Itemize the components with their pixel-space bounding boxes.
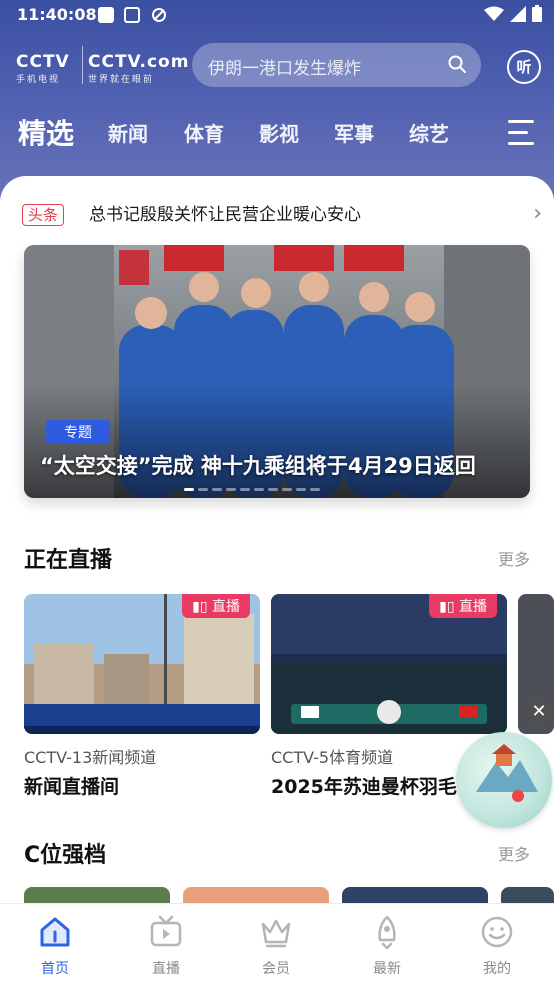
smile-face-icon bbox=[481, 916, 513, 948]
bottom-navigation: 首页 直播 会员 最新 我的 bbox=[0, 903, 554, 985]
live-thumbnail: ▮▯ 直播 bbox=[24, 594, 260, 734]
logo-text-2: CCTV.com bbox=[88, 52, 190, 72]
listen-button[interactable]: 听 bbox=[507, 50, 541, 84]
headline-bar[interactable]: 头条 总书记殷殷关怀让民营企业暖心安心 › bbox=[22, 203, 542, 229]
headline-text: 总书记殷殷关怀让民营企业暖心安心 bbox=[89, 205, 361, 225]
cpos-card[interactable] bbox=[24, 887, 170, 903]
live-badge: ▮▯ 直播 bbox=[429, 594, 497, 618]
logo-subtext-2: 世界就在眼前 bbox=[88, 75, 155, 85]
tab-variety[interactable]: 综艺 bbox=[409, 118, 449, 147]
tv-icon bbox=[150, 915, 182, 947]
search-icon bbox=[448, 55, 466, 73]
live-program-name: 新闻直播间 bbox=[24, 776, 120, 798]
cpos-card[interactable] bbox=[183, 887, 329, 903]
close-icon[interactable]: ✕ bbox=[524, 697, 554, 727]
status-time: 11:40:08 bbox=[17, 5, 97, 24]
live-card[interactable]: ▮▯ 直播 CCTV-13新闻频道 新闻直播间 bbox=[24, 594, 260, 799]
crown-icon bbox=[261, 919, 291, 948]
search-bar[interactable]: 伊朗一港口发生爆炸 bbox=[192, 43, 481, 87]
nav-label: 最新 bbox=[373, 961, 401, 977]
live-section-title: 正在直播 bbox=[24, 548, 113, 573]
cpos-card[interactable] bbox=[342, 887, 488, 903]
menu-icon[interactable] bbox=[508, 120, 534, 153]
nav-mine[interactable]: 我的 bbox=[452, 914, 542, 978]
tab-film[interactable]: 影视 bbox=[259, 118, 299, 147]
logo-text: CCTV bbox=[16, 52, 70, 72]
nav-label: 首页 bbox=[41, 961, 69, 977]
wifi-icon bbox=[484, 6, 504, 21]
nav-home[interactable]: 首页 bbox=[10, 914, 100, 978]
featured-banner[interactable]: 专题 “太空交接”完成 神十九乘组将于4月29日返回 bbox=[24, 245, 530, 498]
headline-tag: 头条 bbox=[22, 204, 65, 226]
chevron-right-icon: › bbox=[533, 201, 542, 226]
banner-tag: 专题 bbox=[46, 420, 110, 444]
nav-label: 会员 bbox=[262, 961, 290, 977]
cpos-more-link[interactable]: 更多 bbox=[498, 841, 530, 865]
logo-subtext: 手机电视 bbox=[16, 75, 61, 85]
status-bar: 11:40:08 bbox=[0, 0, 554, 30]
cctv-logo[interactable]: CCTV 手机电视 CCTV.com 世界就在眼前 bbox=[16, 46, 188, 86]
live-badge: ▮▯ 直播 bbox=[182, 594, 250, 618]
nav-label: 直播 bbox=[152, 961, 180, 977]
tab-sports[interactable]: 体育 bbox=[184, 118, 224, 147]
nav-live[interactable]: 直播 bbox=[121, 914, 211, 978]
notification-icon bbox=[98, 7, 114, 23]
live-channel: CCTV-13新闻频道 bbox=[24, 748, 157, 767]
tab-news[interactable]: 新闻 bbox=[108, 118, 148, 147]
sync-icon bbox=[151, 7, 167, 23]
search-placeholder: 伊朗一港口发生爆炸 bbox=[208, 59, 361, 79]
cpos-section-title: C位强档 bbox=[24, 843, 107, 868]
nav-label: 我的 bbox=[483, 961, 511, 977]
banner-caption: “太空交接”完成 神十九乘组将于4月29日返回 bbox=[40, 454, 476, 478]
home-icon bbox=[40, 917, 70, 947]
signal-icon bbox=[510, 5, 526, 22]
rocket-icon bbox=[378, 915, 396, 950]
app-notification-icon bbox=[124, 7, 140, 23]
tab-featured[interactable]: 精选 bbox=[18, 112, 74, 152]
battery-icon bbox=[532, 5, 542, 22]
cpos-thumbnails bbox=[0, 887, 554, 903]
channel-tabs: 精选 新闻 体育 影视 军事 综艺 bbox=[0, 112, 554, 156]
live-thumbnail: ▮▯ 直播 bbox=[271, 594, 507, 734]
cpos-card[interactable] bbox=[501, 887, 554, 903]
tab-military[interactable]: 军事 bbox=[334, 118, 374, 147]
live-more-link[interactable]: 更多 bbox=[498, 546, 530, 570]
nav-latest[interactable]: 最新 bbox=[342, 914, 432, 978]
header-background bbox=[0, 0, 554, 200]
carousel-indicator bbox=[184, 488, 320, 491]
floating-promo-badge[interactable] bbox=[456, 732, 552, 828]
nav-vip[interactable]: 会员 bbox=[231, 914, 321, 978]
